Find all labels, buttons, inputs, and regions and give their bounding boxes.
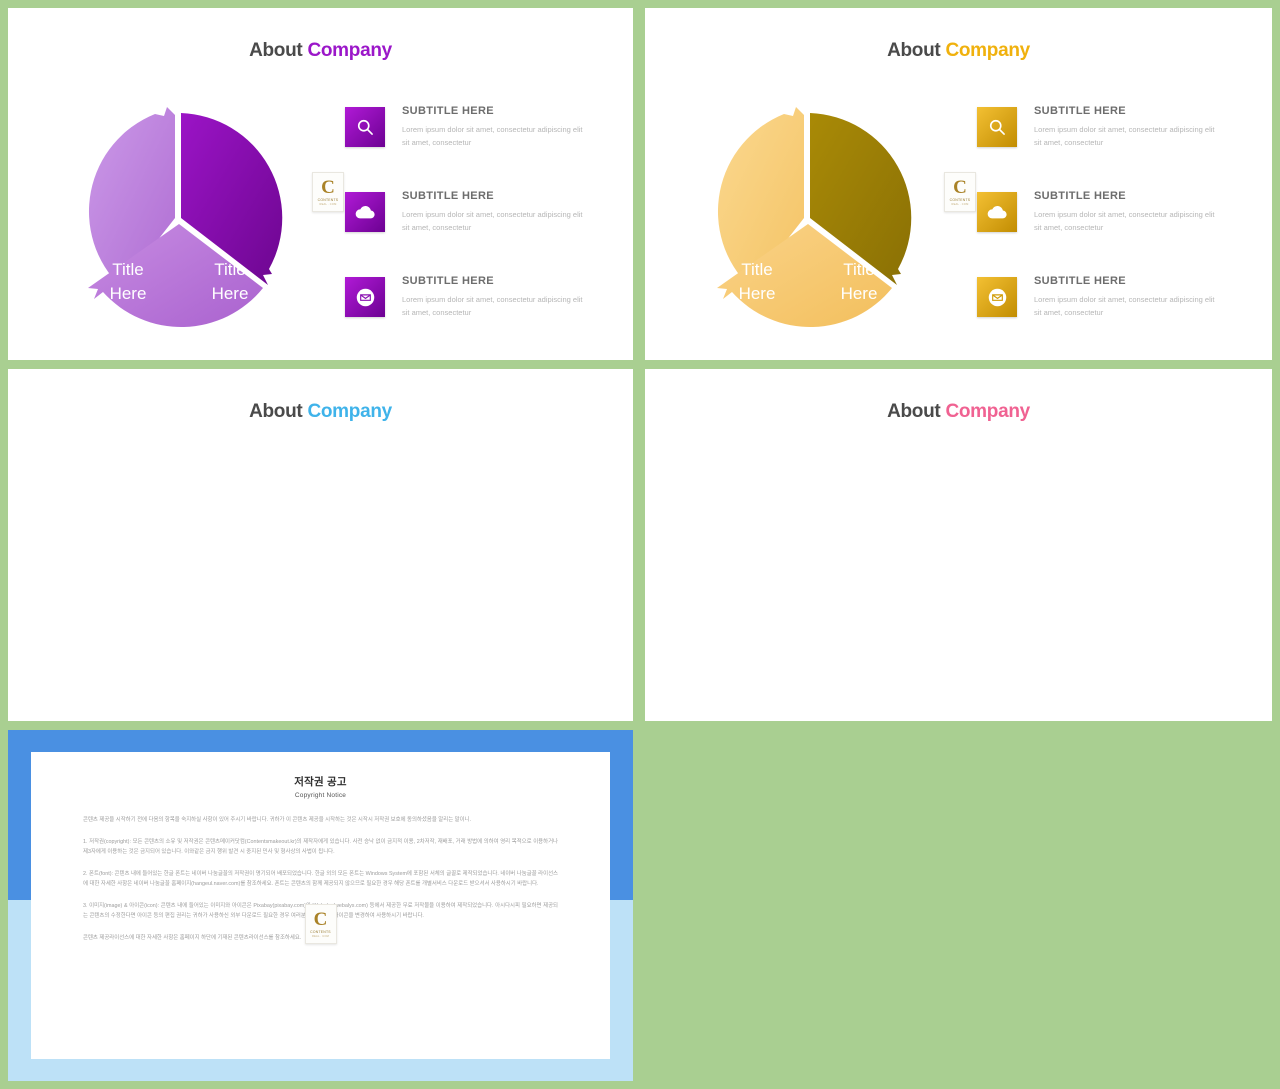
segment-label-right-line1: Title <box>843 260 875 279</box>
feature-list-yellow: SUBTITLE HERE Lorem ipsum dolor sit amet… <box>977 105 1237 347</box>
feature-row[interactable]: SUBTITLE HERE Lorem ipsum dolor sit amet… <box>977 190 1237 262</box>
watermark-line2: REAL . COM <box>951 202 969 206</box>
watermark-logo: C CONTENTS REAL . COM <box>312 172 344 212</box>
page-title-accent: Company <box>307 401 392 422</box>
presentation-canvas: About Company Title Here Title Here C CO… <box>0 0 1280 1089</box>
feature-text: SUBTITLE HERE Lorem ipsum dolor sit amet… <box>1034 105 1237 149</box>
watermark-logo: C CONTENTS REAL . COM <box>944 172 976 212</box>
cloud-icon[interactable] <box>977 192 1017 232</box>
search-icon[interactable] <box>345 107 385 147</box>
envelope-icon[interactable] <box>345 277 385 317</box>
feature-subtitle: SUBTITLE HERE <box>1034 275 1126 287</box>
segment-label-right-line2: Here <box>212 284 249 303</box>
feature-row[interactable]: SUBTITLE HERE Lorem ipsum dolor sit amet… <box>345 275 605 347</box>
feature-subtitle: SUBTITLE HERE <box>402 275 494 287</box>
document-title-en: Copyright Notice <box>294 792 347 799</box>
segment-label-left-line1: Title <box>112 260 144 279</box>
feature-subtitle: SUBTITLE HERE <box>402 105 494 117</box>
slide-pink[interactable]: AboutCompany Title <box>645 369 1272 721</box>
segment-label-left-line2: Here <box>739 284 776 303</box>
cycle-diagram-purple[interactable]: Title Here Title Here Title Here <box>63 103 295 333</box>
cycle-diagram-yellow[interactable]: Title Here Title Here Title Here <box>692 103 924 333</box>
feature-text: SUBTITLE HERE Lorem ipsum dolor sit amet… <box>402 275 605 319</box>
slide-yellow[interactable]: About Company Title Here Title Here C CO… <box>645 8 1272 360</box>
feature-text: SUBTITLE HERE Lorem ipsum dolor sit amet… <box>402 190 605 234</box>
page-title-accent: Company <box>307 40 392 61</box>
document-sheet[interactable]: 저작권 공고 Copyright Notice 콘텐츠 제공을 시작하기 전에 … <box>31 752 610 1059</box>
segment-label-left-line1: Title <box>741 260 773 279</box>
feature-body: Lorem ipsum dolor sit amet, consectetur … <box>1034 295 1215 318</box>
watermark-letter: C <box>313 909 328 931</box>
feature-row[interactable]: SUBTITLE HERE Lorem ipsum dolor sit amet… <box>977 275 1237 347</box>
watermark-line2: REAL . COM <box>319 202 337 206</box>
feature-list-purple: SUBTITLE HERE Lorem ipsum dolor sit amet… <box>345 105 605 347</box>
watermark-letter: C <box>953 177 967 199</box>
page-title-accent: Company <box>945 40 1030 61</box>
envelope-icon[interactable] <box>977 277 1017 317</box>
page-title-main: About <box>249 401 303 422</box>
page-title-accent: Company <box>945 401 1030 422</box>
slide-purple[interactable]: About Company Title Here Title Here C CO… <box>8 8 633 360</box>
cloud-icon[interactable] <box>345 192 385 232</box>
segment-label-right-line1: Title <box>214 260 246 279</box>
document-paragraph: 1. 저작권(copyright): 모든 콘텐츠의 소유 및 저작권은 콘텐츠… <box>83 838 558 856</box>
page-title: About Company <box>8 40 633 62</box>
watermark-logo: C CONTENTS REAL . COM <box>304 904 337 944</box>
feature-text: SUBTITLE HERE Lorem ipsum dolor sit amet… <box>402 105 605 149</box>
feature-body: Lorem ipsum dolor sit amet, consectetur … <box>402 210 583 233</box>
watermark-line2: REAL . COM <box>312 934 329 938</box>
watermark-line1: CONTENTS <box>949 198 971 203</box>
page-title-main: About <box>887 401 941 422</box>
segment-label-right-line2: Here <box>841 284 878 303</box>
document-paragraph: 콘텐츠 제공을 시작하기 전에 다음의 항목을 숙지하실 사항이 있어 주시기 … <box>83 817 472 823</box>
feature-text: SUBTITLE HERE Lorem ipsum dolor sit amet… <box>1034 275 1237 319</box>
page-title: About Company <box>8 401 633 423</box>
feature-subtitle: SUBTITLE HERE <box>1034 105 1126 117</box>
search-icon[interactable] <box>977 107 1017 147</box>
feature-body: Lorem ipsum dolor sit amet, consectetur … <box>402 295 583 318</box>
slide-blue[interactable]: AboutCompany Title <box>8 369 633 721</box>
page-title: About Company <box>645 40 1272 62</box>
watermark-line1: CONTENTS <box>317 198 339 203</box>
document-title-ko: 저작권 공고 <box>294 776 347 788</box>
copyright-notice-slide[interactable]: 저작권 공고 Copyright Notice 콘텐츠 제공을 시작하기 전에 … <box>8 730 633 1081</box>
segment-label-left-line2: Here <box>110 284 147 303</box>
page-title-main: About <box>887 40 941 61</box>
feature-body: Lorem ipsum dolor sit amet, consectetur … <box>402 125 583 148</box>
feature-text: SUBTITLE HERE Lorem ipsum dolor sit amet… <box>1034 190 1237 234</box>
page-title-main: About <box>249 40 303 61</box>
feature-subtitle: SUBTITLE HERE <box>402 190 494 202</box>
page-title: About Company <box>645 401 1272 423</box>
feature-row[interactable]: SUBTITLE HERE Lorem ipsum dolor sit amet… <box>977 105 1237 177</box>
feature-subtitle: SUBTITLE HERE <box>1034 190 1126 202</box>
feature-row[interactable]: SUBTITLE HERE Lorem ipsum dolor sit amet… <box>345 105 605 177</box>
watermark-letter: C <box>321 177 335 199</box>
feature-body: Lorem ipsum dolor sit amet, consectetur … <box>1034 210 1215 233</box>
feature-row[interactable]: SUBTITLE HERE Lorem ipsum dolor sit amet… <box>345 190 605 262</box>
feature-body: Lorem ipsum dolor sit amet, consectetur … <box>1034 125 1215 148</box>
document-paragraph: 2. 폰트(font): 콘텐츠 내에 들어있는 한글 폰트는 네이버 나눔글꼴… <box>83 870 558 888</box>
watermark-line1: CONTENTS <box>310 930 331 935</box>
